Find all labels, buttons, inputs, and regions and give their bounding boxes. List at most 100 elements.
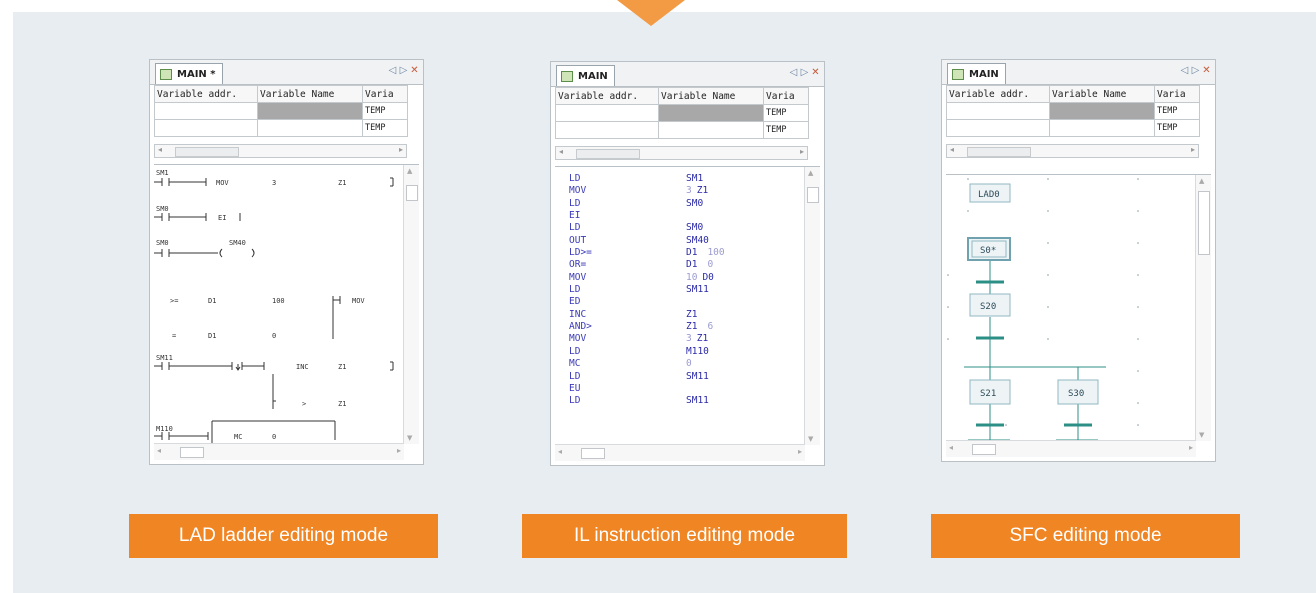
- table-cell[interactable]: TEMP: [362, 102, 408, 120]
- ladder-editor[interactable]: SM1 MOV 3 Z1 SM0 EI SM0 SM40 >= D1 100 M…: [154, 164, 419, 460]
- il-editor[interactable]: LD SM1 MOV 3 Z1 LD SM0 EI LD SM0 OUT SM40 LD>= D1 100 O…: [555, 166, 820, 461]
- table-cell[interactable]: [658, 121, 764, 139]
- coil-label: SM40: [229, 239, 246, 247]
- program-icon: [952, 68, 964, 80]
- table-row[interactable]: TEMP: [154, 119, 408, 137]
- il-line[interactable]: MOV 10 D0: [569, 272, 725, 284]
- il-line[interactable]: LD SM11: [569, 371, 725, 383]
- editor-horizontal-scrollbar[interactable]: ◂ ▸: [555, 444, 805, 461]
- tab-title: MAIN: [969, 68, 999, 80]
- contact-label: SM0: [156, 239, 169, 247]
- scroll-left-icon[interactable]: ◁: [789, 67, 798, 78]
- il-line[interactable]: LD SM0: [569, 222, 725, 234]
- il-opcode: INC: [569, 308, 587, 320]
- il-line[interactable]: LD SM11: [569, 284, 725, 296]
- il-line[interactable]: LD SM0: [569, 198, 725, 210]
- tab-main[interactable]: MAIN *: [155, 63, 223, 84]
- compare-label: >=: [170, 297, 178, 305]
- scroll-left-icon[interactable]: ◁: [388, 65, 397, 76]
- sfc-step-s0[interactable]: S0*: [967, 237, 1011, 261]
- operand-label: Z1: [338, 363, 346, 371]
- table-cell[interactable]: [154, 119, 258, 137]
- table-row[interactable]: TEMP: [946, 119, 1200, 137]
- il-operand: Z1: [686, 321, 698, 333]
- il-line[interactable]: INC Z1: [569, 309, 725, 321]
- column-header-variable-type[interactable]: Varia: [362, 85, 408, 103]
- table-row[interactable]: TEMP: [555, 104, 809, 122]
- scroll-right-icon[interactable]: ▷: [399, 65, 408, 76]
- table-cell[interactable]: TEMP: [763, 104, 809, 122]
- sfc-step-lad0[interactable]: LAD0: [969, 183, 1011, 203]
- column-header-variable-addr[interactable]: Variable addr.: [154, 85, 258, 103]
- ladder-diagram[interactable]: SM1 MOV 3 Z1 SM0 EI SM0 SM40 >= D1 100 M…: [154, 165, 406, 463]
- close-icon[interactable]: ✕: [1202, 65, 1211, 76]
- table-cell[interactable]: [154, 102, 258, 120]
- svg-text:S30: S30: [1068, 389, 1084, 399]
- il-line[interactable]: MOV 3 Z1: [569, 333, 725, 345]
- il-line[interactable]: MC 0: [569, 358, 725, 370]
- sfc-step-s20[interactable]: S20: [969, 293, 1011, 317]
- editor-vertical-scrollbar[interactable]: ▲ ▼: [804, 167, 820, 445]
- editor-vertical-scrollbar[interactable]: ▲ ▼: [403, 165, 419, 444]
- il-constant: 3: [686, 185, 692, 197]
- il-operand: SM11: [686, 395, 709, 407]
- table-cell[interactable]: [257, 102, 363, 120]
- tab-main[interactable]: MAIN: [556, 65, 615, 86]
- table-cell[interactable]: [946, 119, 1050, 137]
- il-operand: Z1: [686, 308, 698, 320]
- table-cell[interactable]: [1049, 119, 1155, 137]
- column-header-variable-addr[interactable]: Variable addr.: [555, 87, 659, 105]
- il-operand: D1: [686, 259, 698, 271]
- instruction-list[interactable]: LD SM1 MOV 3 Z1 LD SM0 EI LD SM0 OUT SM40 LD>= D1 100 O…: [569, 173, 725, 408]
- sfc-step-s30[interactable]: S30: [1057, 379, 1099, 405]
- table-cell[interactable]: TEMP: [362, 119, 408, 137]
- il-opcode: LD: [569, 395, 581, 407]
- sfc-diagram[interactable]: LAD0 S0* S20 S21 S30: [946, 175, 1198, 458]
- scroll-left-icon[interactable]: ◁: [1180, 65, 1189, 76]
- table-row[interactable]: TEMP: [555, 121, 809, 139]
- il-line[interactable]: LD SM1: [569, 173, 725, 185]
- table-horizontal-scrollbar[interactable]: ◂ ▸: [154, 144, 407, 158]
- il-line[interactable]: EU: [569, 383, 725, 395]
- tab-main[interactable]: MAIN: [947, 63, 1006, 84]
- sfc-editor[interactable]: LAD0 S0* S20 S21 S30 ▲ ▼ ◂ ▸: [946, 174, 1211, 457]
- close-icon[interactable]: ✕: [410, 65, 419, 76]
- editor-horizontal-scrollbar[interactable]: ◂ ▸: [946, 440, 1196, 457]
- il-line[interactable]: OR= D1 0: [569, 259, 725, 271]
- table-row[interactable]: TEMP: [154, 102, 408, 120]
- operand-label: D1: [208, 297, 216, 305]
- il-line[interactable]: OUT SM40: [569, 235, 725, 247]
- il-line[interactable]: ED: [569, 296, 725, 308]
- editor-vertical-scrollbar[interactable]: ▲ ▼: [1195, 175, 1211, 441]
- scroll-right-icon[interactable]: ▷: [800, 67, 809, 78]
- sfc-step-s21[interactable]: S21: [969, 379, 1011, 405]
- column-header-variable-type[interactable]: Varia: [1154, 85, 1200, 103]
- table-cell[interactable]: [555, 104, 659, 122]
- table-horizontal-scrollbar[interactable]: ◂ ▸: [946, 144, 1199, 158]
- table-cell[interactable]: [946, 102, 1050, 120]
- column-header-variable-name[interactable]: Variable Name: [1049, 85, 1155, 103]
- il-line[interactable]: AND> Z1 6: [569, 321, 725, 333]
- table-row[interactable]: TEMP: [946, 102, 1200, 120]
- column-header-variable-addr[interactable]: Variable addr.: [946, 85, 1050, 103]
- scroll-right-icon[interactable]: ▷: [1191, 65, 1200, 76]
- il-line[interactable]: LD M110: [569, 346, 725, 358]
- il-line[interactable]: MOV 3 Z1: [569, 185, 725, 197]
- il-operand: SM11: [686, 284, 709, 296]
- table-horizontal-scrollbar[interactable]: ◂ ▸: [555, 146, 808, 160]
- table-cell[interactable]: TEMP: [763, 121, 809, 139]
- table-cell[interactable]: [1049, 102, 1155, 120]
- table-cell[interactable]: TEMP: [1154, 102, 1200, 120]
- table-cell[interactable]: [555, 121, 659, 139]
- table-cell[interactable]: [257, 119, 363, 137]
- column-header-variable-name[interactable]: Variable Name: [658, 87, 764, 105]
- column-header-variable-name[interactable]: Variable Name: [257, 85, 363, 103]
- close-icon[interactable]: ✕: [811, 67, 820, 78]
- column-header-variable-type[interactable]: Varia: [763, 87, 809, 105]
- il-line[interactable]: EI: [569, 210, 725, 222]
- table-cell[interactable]: [658, 104, 764, 122]
- il-line[interactable]: LD SM11: [569, 395, 725, 407]
- editor-horizontal-scrollbar[interactable]: ◂ ▸: [154, 443, 404, 460]
- table-cell[interactable]: TEMP: [1154, 119, 1200, 137]
- il-line[interactable]: LD>= D1 100: [569, 247, 725, 259]
